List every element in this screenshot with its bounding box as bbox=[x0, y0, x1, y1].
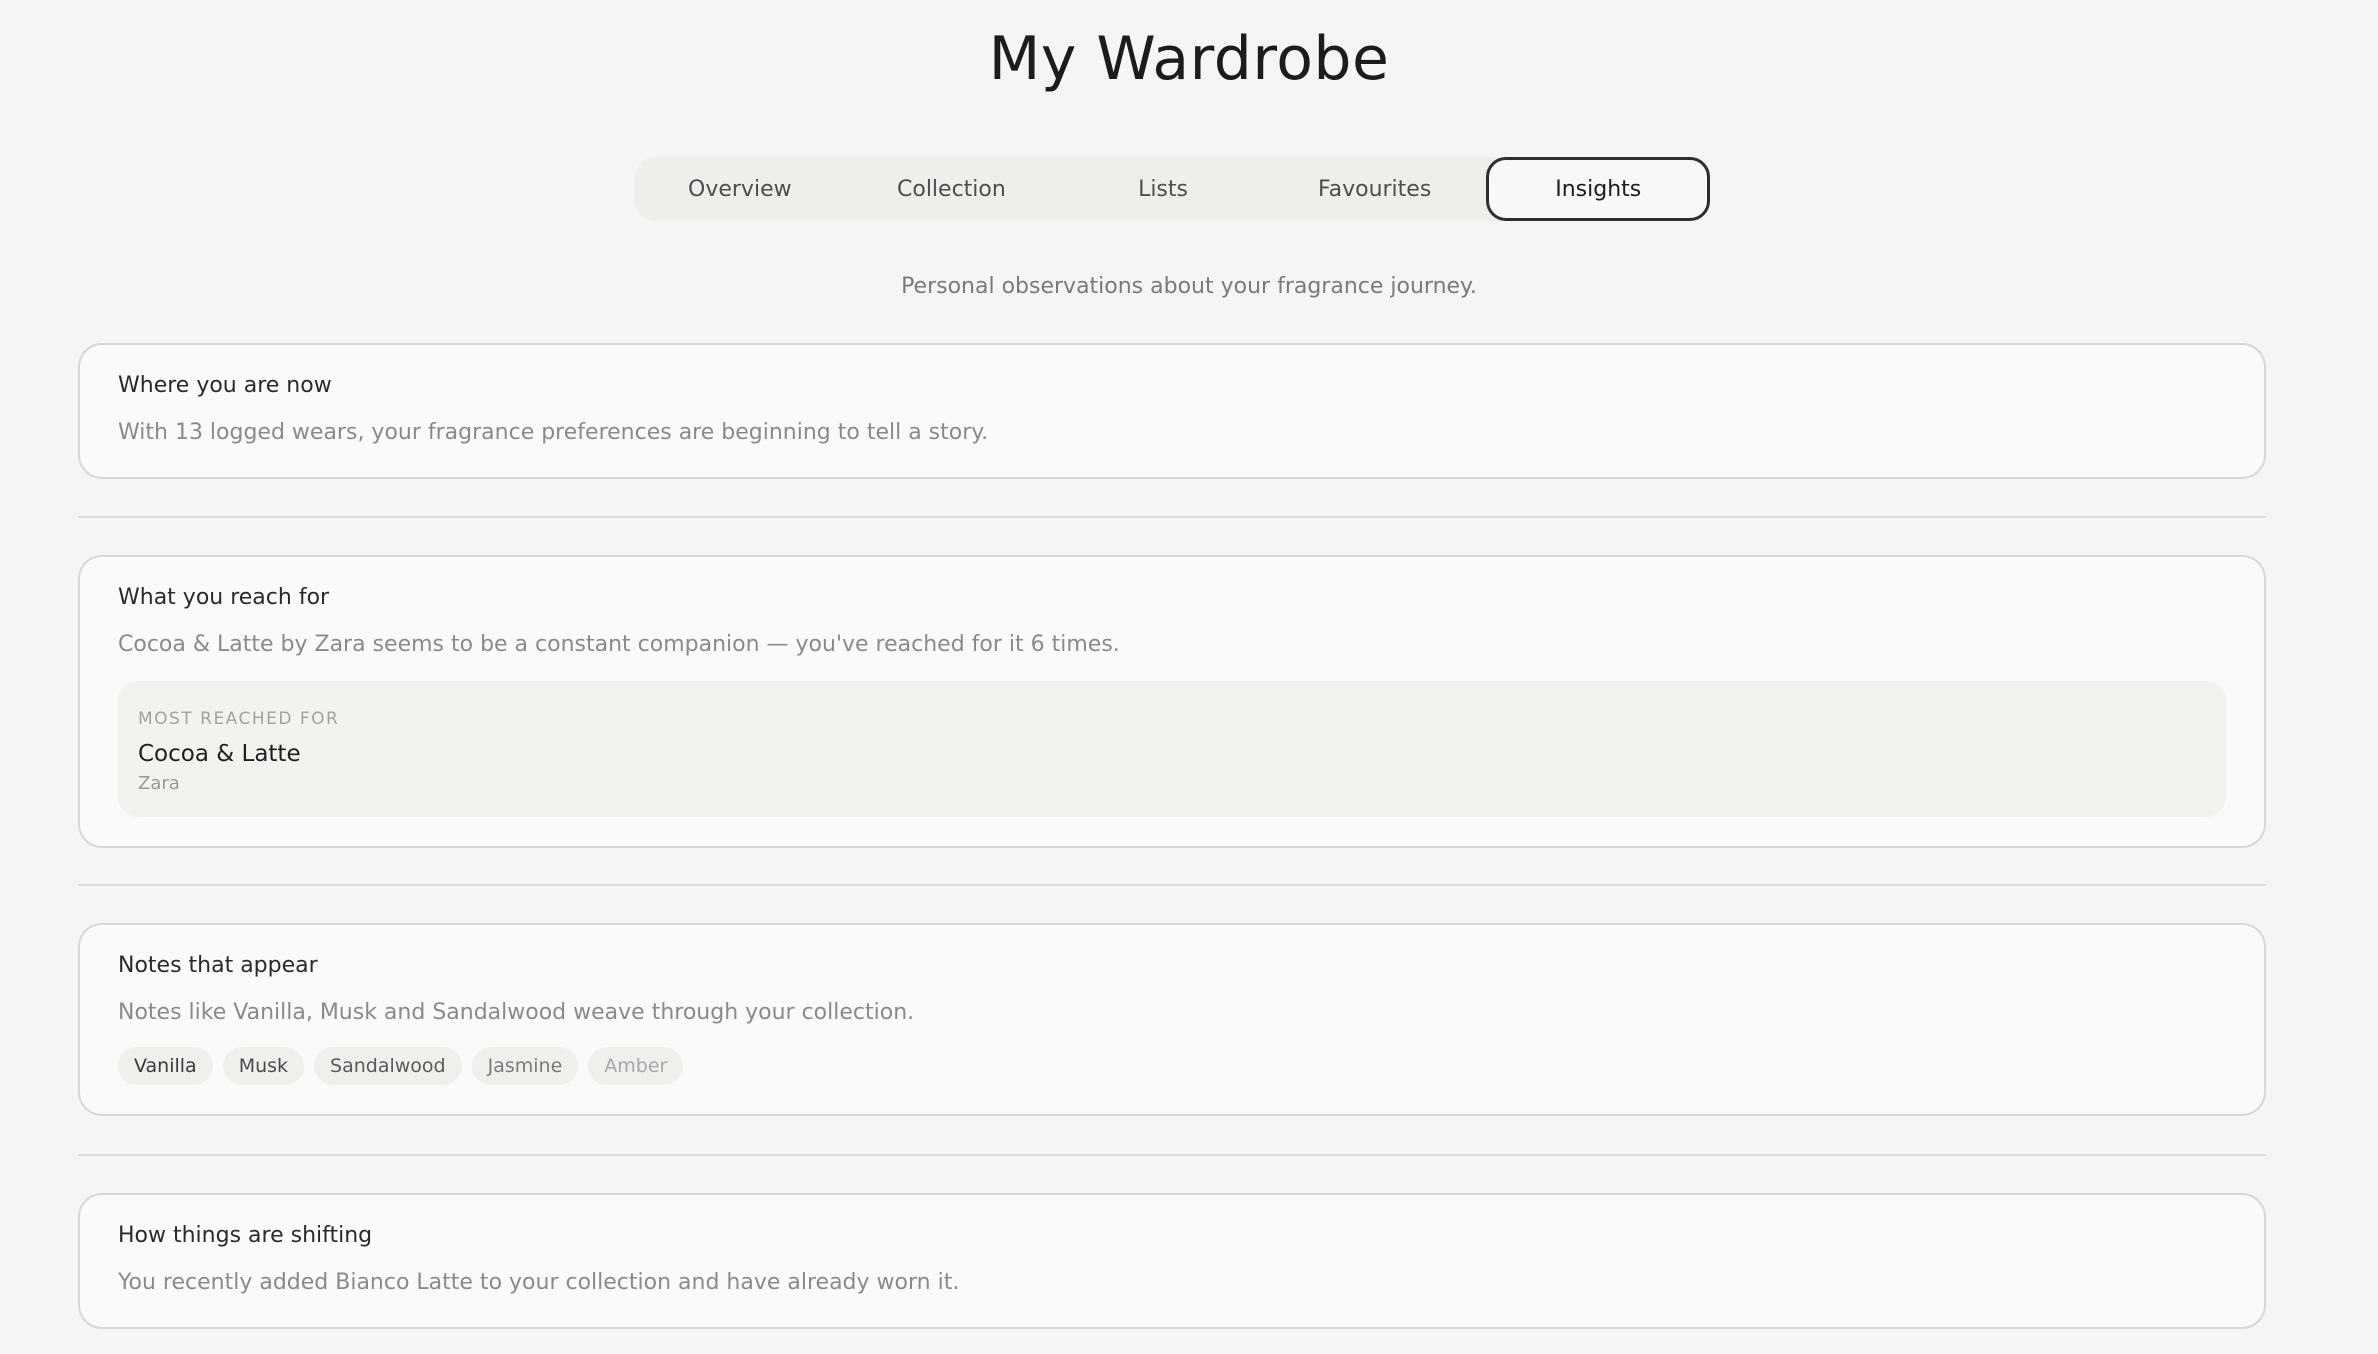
tab-lists[interactable]: Lists bbox=[1057, 157, 1269, 221]
page-title: My Wardrobe bbox=[988, 24, 1390, 94]
tab-bar: Overview Collection Lists Favourites Ins… bbox=[634, 157, 1711, 221]
card-text: Cocoa & Latte by Zara seems to be a cons… bbox=[118, 632, 1120, 657]
card-how-things-are-shifting: How things are shifting You recently add… bbox=[78, 1193, 2266, 1329]
card-text: Notes like Vanilla, Musk and Sandalwood … bbox=[118, 1000, 915, 1025]
card-title: Notes that appear bbox=[118, 953, 318, 978]
most-reached-for-panel[interactable]: MOST REACHED FOR Cocoa & Latte Zara bbox=[118, 681, 2226, 817]
note-chips: Vanilla Musk Sandalwood Jasmine Amber bbox=[118, 1047, 2226, 1085]
card-title: What you reach for bbox=[118, 585, 330, 610]
card-where-you-are-now: Where you are now With 13 logged wears, … bbox=[78, 343, 2266, 479]
highlight-label: MOST REACHED FOR bbox=[138, 709, 340, 729]
card-notes-that-appear: Notes that appear Notes like Vanilla, Mu… bbox=[78, 923, 2266, 1116]
divider bbox=[78, 516, 2266, 518]
card-text: With 13 logged wears, your fragrance pre… bbox=[118, 420, 989, 445]
note-chip-amber[interactable]: Amber bbox=[588, 1047, 684, 1085]
card-title: Where you are now bbox=[118, 373, 332, 398]
tab-collection[interactable]: Collection bbox=[846, 157, 1058, 221]
fragrance-brand: Zara bbox=[138, 773, 180, 794]
page-subtitle: Personal observations about your fragran… bbox=[901, 274, 1477, 299]
divider bbox=[78, 884, 2266, 886]
tab-overview[interactable]: Overview bbox=[634, 157, 846, 221]
tab-favourites[interactable]: Favourites bbox=[1269, 157, 1481, 221]
card-title: How things are shifting bbox=[118, 1223, 373, 1248]
note-chip-sandalwood[interactable]: Sandalwood bbox=[314, 1047, 462, 1085]
card-what-you-reach-for: What you reach for Cocoa & Latte by Zara… bbox=[78, 555, 2266, 848]
fragrance-name: Cocoa & Latte bbox=[138, 741, 301, 767]
tab-insights[interactable]: Insights bbox=[1486, 157, 1711, 221]
note-chip-jasmine[interactable]: Jasmine bbox=[471, 1047, 579, 1085]
card-text: You recently added Bianco Latte to your … bbox=[118, 1270, 960, 1295]
divider bbox=[78, 1154, 2266, 1156]
note-chip-vanilla[interactable]: Vanilla bbox=[118, 1047, 213, 1085]
insights-page: My Wardrobe Overview Collection Lists Fa… bbox=[0, 0, 2378, 1354]
note-chip-musk[interactable]: Musk bbox=[222, 1047, 305, 1085]
